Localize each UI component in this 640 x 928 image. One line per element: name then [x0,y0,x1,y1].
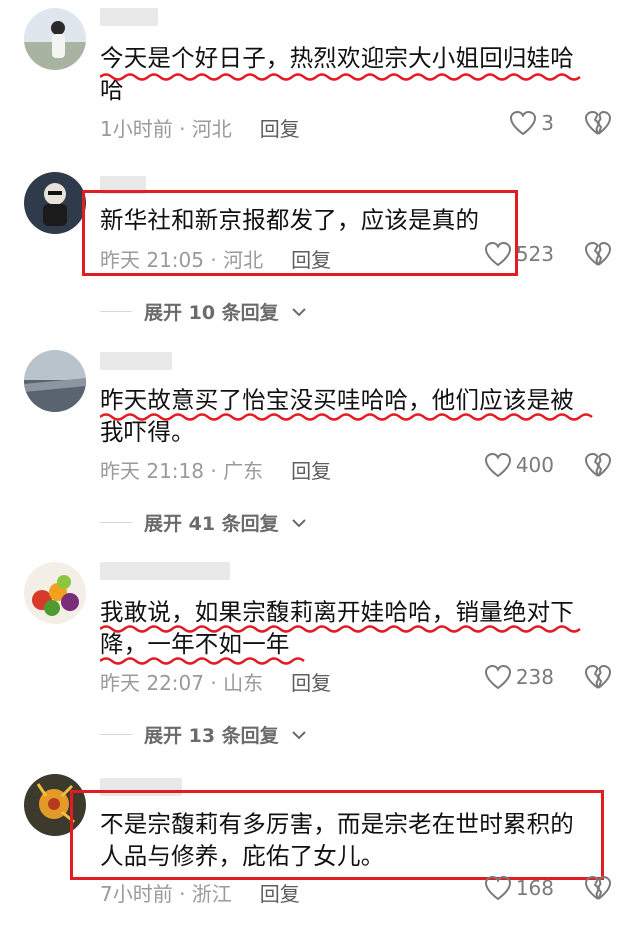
chevron-down-icon [291,730,306,739]
heart-outline-icon [510,110,537,136]
heart-outline-icon [484,875,511,901]
broken-heart-icon [585,453,611,477]
comment-text: 不是宗馥莉有多厉害，而是宗老在世时累积的 人品与修养，庇佑了女儿。 [100,810,574,870]
comment-meta: 昨天 21:05 · 河北 回复 [100,244,331,273]
broken-heart-icon [585,665,611,689]
comment-meta: 昨天 21:18 · 广东 回复 [100,455,331,484]
like-count: 523 [515,242,554,266]
divider-line [100,521,132,524]
expand-label: 展开 41 条回复 [144,513,279,535]
expand-label: 展开 10 条回复 [144,302,279,324]
broken-heart-icon [585,876,611,900]
timestamp-location: 昨天 21:05 · 河北 [100,248,264,272]
dislike-button[interactable] [584,452,612,482]
like-button[interactable]: 238 [484,664,554,690]
dislike-button[interactable] [584,241,612,271]
reply-button[interactable]: 回复 [260,113,300,142]
red-wavy-underline [100,413,593,421]
like-button[interactable]: 168 [484,875,554,901]
username-blurred [100,562,230,580]
comment-text: 新华社和新京报都发了，应该是真的 [100,206,480,234]
timestamp-location: 1小时前 · 河北 [100,117,232,141]
timestamp-location: 昨天 22:07 · 山东 [100,671,264,695]
expand-replies-button[interactable]: 展开 10 条回复 [100,298,307,325]
like-button[interactable]: 523 [484,241,554,267]
username-blurred [100,352,172,370]
comment-meta: 1小时前 · 河北 回复 [100,113,300,142]
avatar[interactable] [24,350,86,412]
chevron-down-icon [291,518,306,527]
divider-line [100,733,132,736]
heart-outline-icon [484,452,511,478]
avatar[interactable] [24,8,86,70]
comment-meta: 昨天 22:07 · 山东 回复 [100,667,331,696]
red-wavy-underline [100,625,581,633]
like-button[interactable]: 400 [484,452,554,478]
username-blurred [100,8,158,26]
heart-outline-icon [484,664,511,690]
timestamp-location: 7小时前 · 浙江 [100,882,232,906]
avatar[interactable] [24,562,86,624]
expand-label: 展开 13 条回复 [144,725,279,747]
like-count: 168 [515,876,554,900]
like-count: 238 [515,665,554,689]
reply-button[interactable]: 回复 [291,455,331,484]
timestamp-location: 昨天 21:18 · 广东 [100,459,264,483]
expand-replies-button[interactable]: 展开 41 条回复 [100,509,307,536]
like-count: 400 [515,453,554,477]
dislike-button[interactable] [584,875,612,905]
avatar[interactable] [24,172,86,234]
dislike-button[interactable] [584,664,612,694]
like-count: 3 [541,111,554,135]
reply-button[interactable]: 回复 [291,667,331,696]
heart-outline-icon [484,241,511,267]
comment-meta: 7小时前 · 浙江 回复 [100,878,300,907]
broken-heart-icon [585,242,611,266]
chevron-down-icon [291,307,306,316]
broken-heart-icon [585,111,611,135]
reply-button[interactable]: 回复 [291,244,331,273]
dislike-button[interactable] [584,110,612,140]
divider-line [100,310,132,313]
red-wavy-underline [100,657,305,665]
reply-button[interactable]: 回复 [260,878,300,907]
red-wavy-underline [100,73,581,81]
expand-replies-button[interactable]: 展开 13 条回复 [100,721,307,748]
like-button[interactable]: 3 [509,110,554,136]
